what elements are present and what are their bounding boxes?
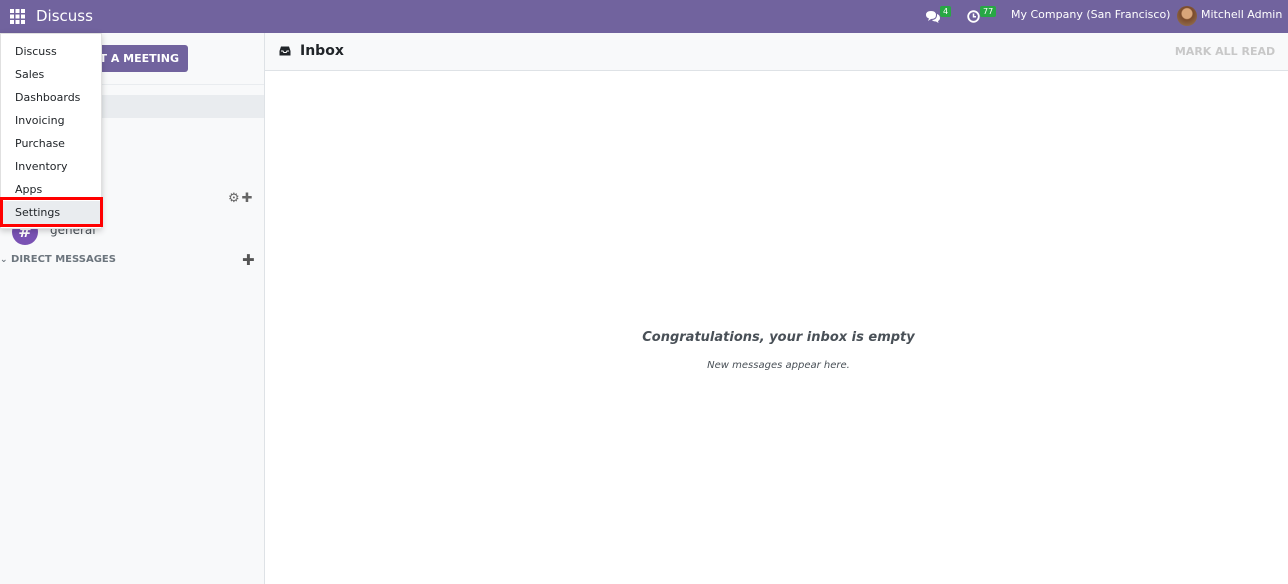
settings-highlight-box — [0, 197, 103, 227]
direct-messages-label: DIRECT MESSAGES — [11, 254, 116, 265]
direct-messages-header[interactable]: ⌄ DIRECT MESSAGES — [0, 254, 116, 265]
app-title[interactable]: Discuss — [36, 7, 93, 25]
add-direct-message-icon[interactable]: ✚ — [242, 251, 255, 269]
chat-icon — [926, 11, 940, 23]
menu-item-discuss[interactable]: Discuss — [1, 40, 101, 63]
activities-menu[interactable]: 77 — [967, 6, 999, 26]
inbox-icon — [279, 46, 291, 56]
top-navbar: Discuss 4 77 My Company (San Francisco) … — [0, 0, 1288, 33]
channel-tools: ⚙✚ — [228, 191, 255, 206]
gear-icon[interactable]: ⚙ — [228, 191, 242, 206]
page-title: Inbox — [300, 43, 344, 59]
clock-icon — [967, 10, 980, 23]
chevron-down-icon: ⌄ — [0, 255, 8, 265]
menu-item-sales[interactable]: Sales — [1, 63, 101, 86]
add-channel-icon[interactable]: ✚ — [242, 191, 255, 206]
inbox-header: Inbox MARK ALL READ — [265, 33, 1288, 71]
mark-all-read-button[interactable]: MARK ALL READ — [1170, 38, 1280, 65]
company-switcher[interactable]: My Company (San Francisco) — [1011, 8, 1170, 21]
menu-item-dashboards[interactable]: Dashboards — [1, 86, 101, 109]
menu-item-inventory[interactable]: Inventory — [1, 155, 101, 178]
messages-menu[interactable]: 4 — [925, 6, 952, 26]
messages-badge: 4 — [940, 6, 952, 17]
empty-inbox-title: Congratulations, your inbox is empty — [642, 330, 915, 345]
menu-item-purchase[interactable]: Purchase — [1, 132, 101, 155]
apps-menu-icon[interactable] — [10, 9, 25, 24]
menu-item-invoicing[interactable]: Invoicing — [1, 109, 101, 132]
activities-badge: 77 — [980, 6, 997, 17]
user-avatar[interactable] — [1177, 6, 1197, 26]
empty-inbox-subtitle: New messages appear here. — [707, 360, 850, 371]
user-menu[interactable]: Mitchell Admin — [1201, 8, 1282, 21]
